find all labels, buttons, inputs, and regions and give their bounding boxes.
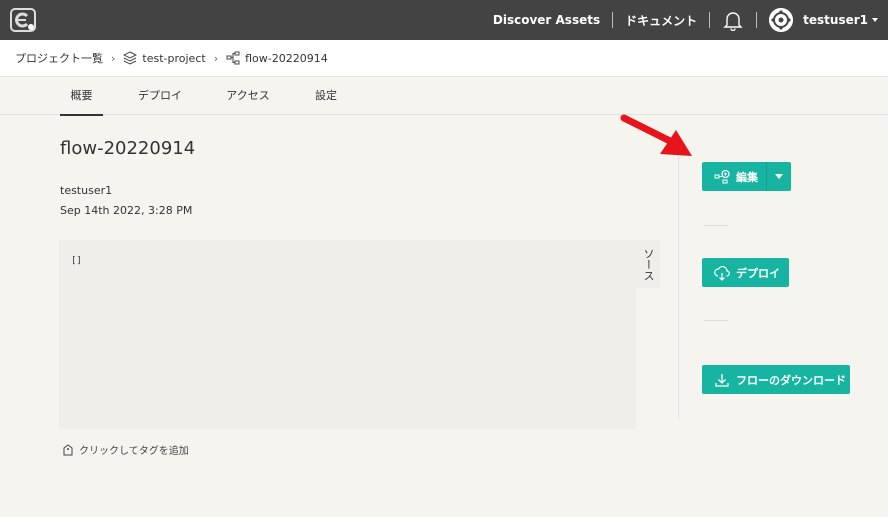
top-navbar: Discover Assets ドキュメント testuser1	[0, 0, 888, 40]
chevron-right-icon: ›	[213, 51, 219, 65]
discover-assets-link[interactable]: Discover Assets	[481, 13, 612, 27]
edit-flow-icon	[714, 169, 730, 183]
deploy-icon	[714, 265, 730, 281]
date-label: Sep 14th 2022, 3:28 PM	[60, 204, 193, 217]
user-menu[interactable]: testuser1	[803, 13, 878, 27]
edit-dropdown-toggle[interactable]	[767, 174, 791, 179]
divider	[704, 320, 728, 321]
breadcrumb-flow[interactable]: flow-20220914	[226, 51, 328, 65]
caret-down-icon	[775, 174, 783, 179]
breadcrumb-projects-label: プロジェクト一覧	[15, 52, 103, 65]
divider	[678, 140, 679, 418]
bell-icon[interactable]	[722, 9, 744, 31]
divider	[756, 12, 758, 28]
deploy-button-label: デプロイ	[736, 266, 780, 280]
edit-button-group: 編集	[702, 162, 791, 191]
deploy-button[interactable]: デプロイ	[702, 258, 789, 287]
add-tag-button[interactable]: クリックしてタグを追加	[63, 442, 189, 457]
tab-bar: 概要 デプロイ アクセス 設定	[0, 78, 888, 116]
chevron-right-icon: ›	[111, 51, 116, 65]
edit-button-label: 編集	[736, 170, 758, 184]
download-flow-label: フローのダウンロード	[736, 373, 846, 387]
download-flow-button[interactable]: フローのダウンロード	[702, 365, 850, 394]
download-icon	[715, 373, 729, 387]
annotation-arrow-icon	[620, 114, 692, 156]
source-code-panel[interactable]: []	[59, 240, 636, 429]
divider	[704, 225, 728, 226]
breadcrumb-project-label: test-project	[142, 51, 206, 65]
divider	[709, 12, 711, 28]
page-title: flow-20220914	[60, 138, 196, 159]
documents-link[interactable]: ドキュメント	[613, 12, 709, 29]
flow-icon	[226, 51, 240, 65]
caret-down-icon	[872, 18, 878, 22]
tab-deploy[interactable]: デプロイ	[132, 78, 188, 114]
author-label: testuser1	[60, 184, 113, 197]
tag-icon	[63, 443, 73, 455]
source-tab[interactable]: ソース	[636, 240, 660, 288]
avatar-icon[interactable]	[769, 8, 794, 32]
username-label: testuser1	[803, 13, 868, 27]
breadcrumb-project[interactable]: test-project	[123, 51, 206, 65]
tab-overview[interactable]: 概要	[60, 78, 103, 116]
tab-access[interactable]: アクセス	[220, 78, 276, 114]
logo-icon[interactable]	[10, 8, 36, 32]
add-tag-label: クリックしてタグを追加	[79, 446, 189, 457]
edit-button[interactable]: 編集	[702, 162, 766, 191]
tab-settings[interactable]: 設定	[306, 78, 346, 114]
breadcrumb: プロジェクト一覧 › test-project › flow-20220914	[0, 40, 888, 77]
breadcrumb-flow-label: flow-20220914	[245, 51, 328, 65]
breadcrumb-projects[interactable]: プロジェクト一覧	[15, 50, 103, 66]
source-code: []	[71, 256, 82, 266]
layers-icon	[123, 51, 138, 65]
